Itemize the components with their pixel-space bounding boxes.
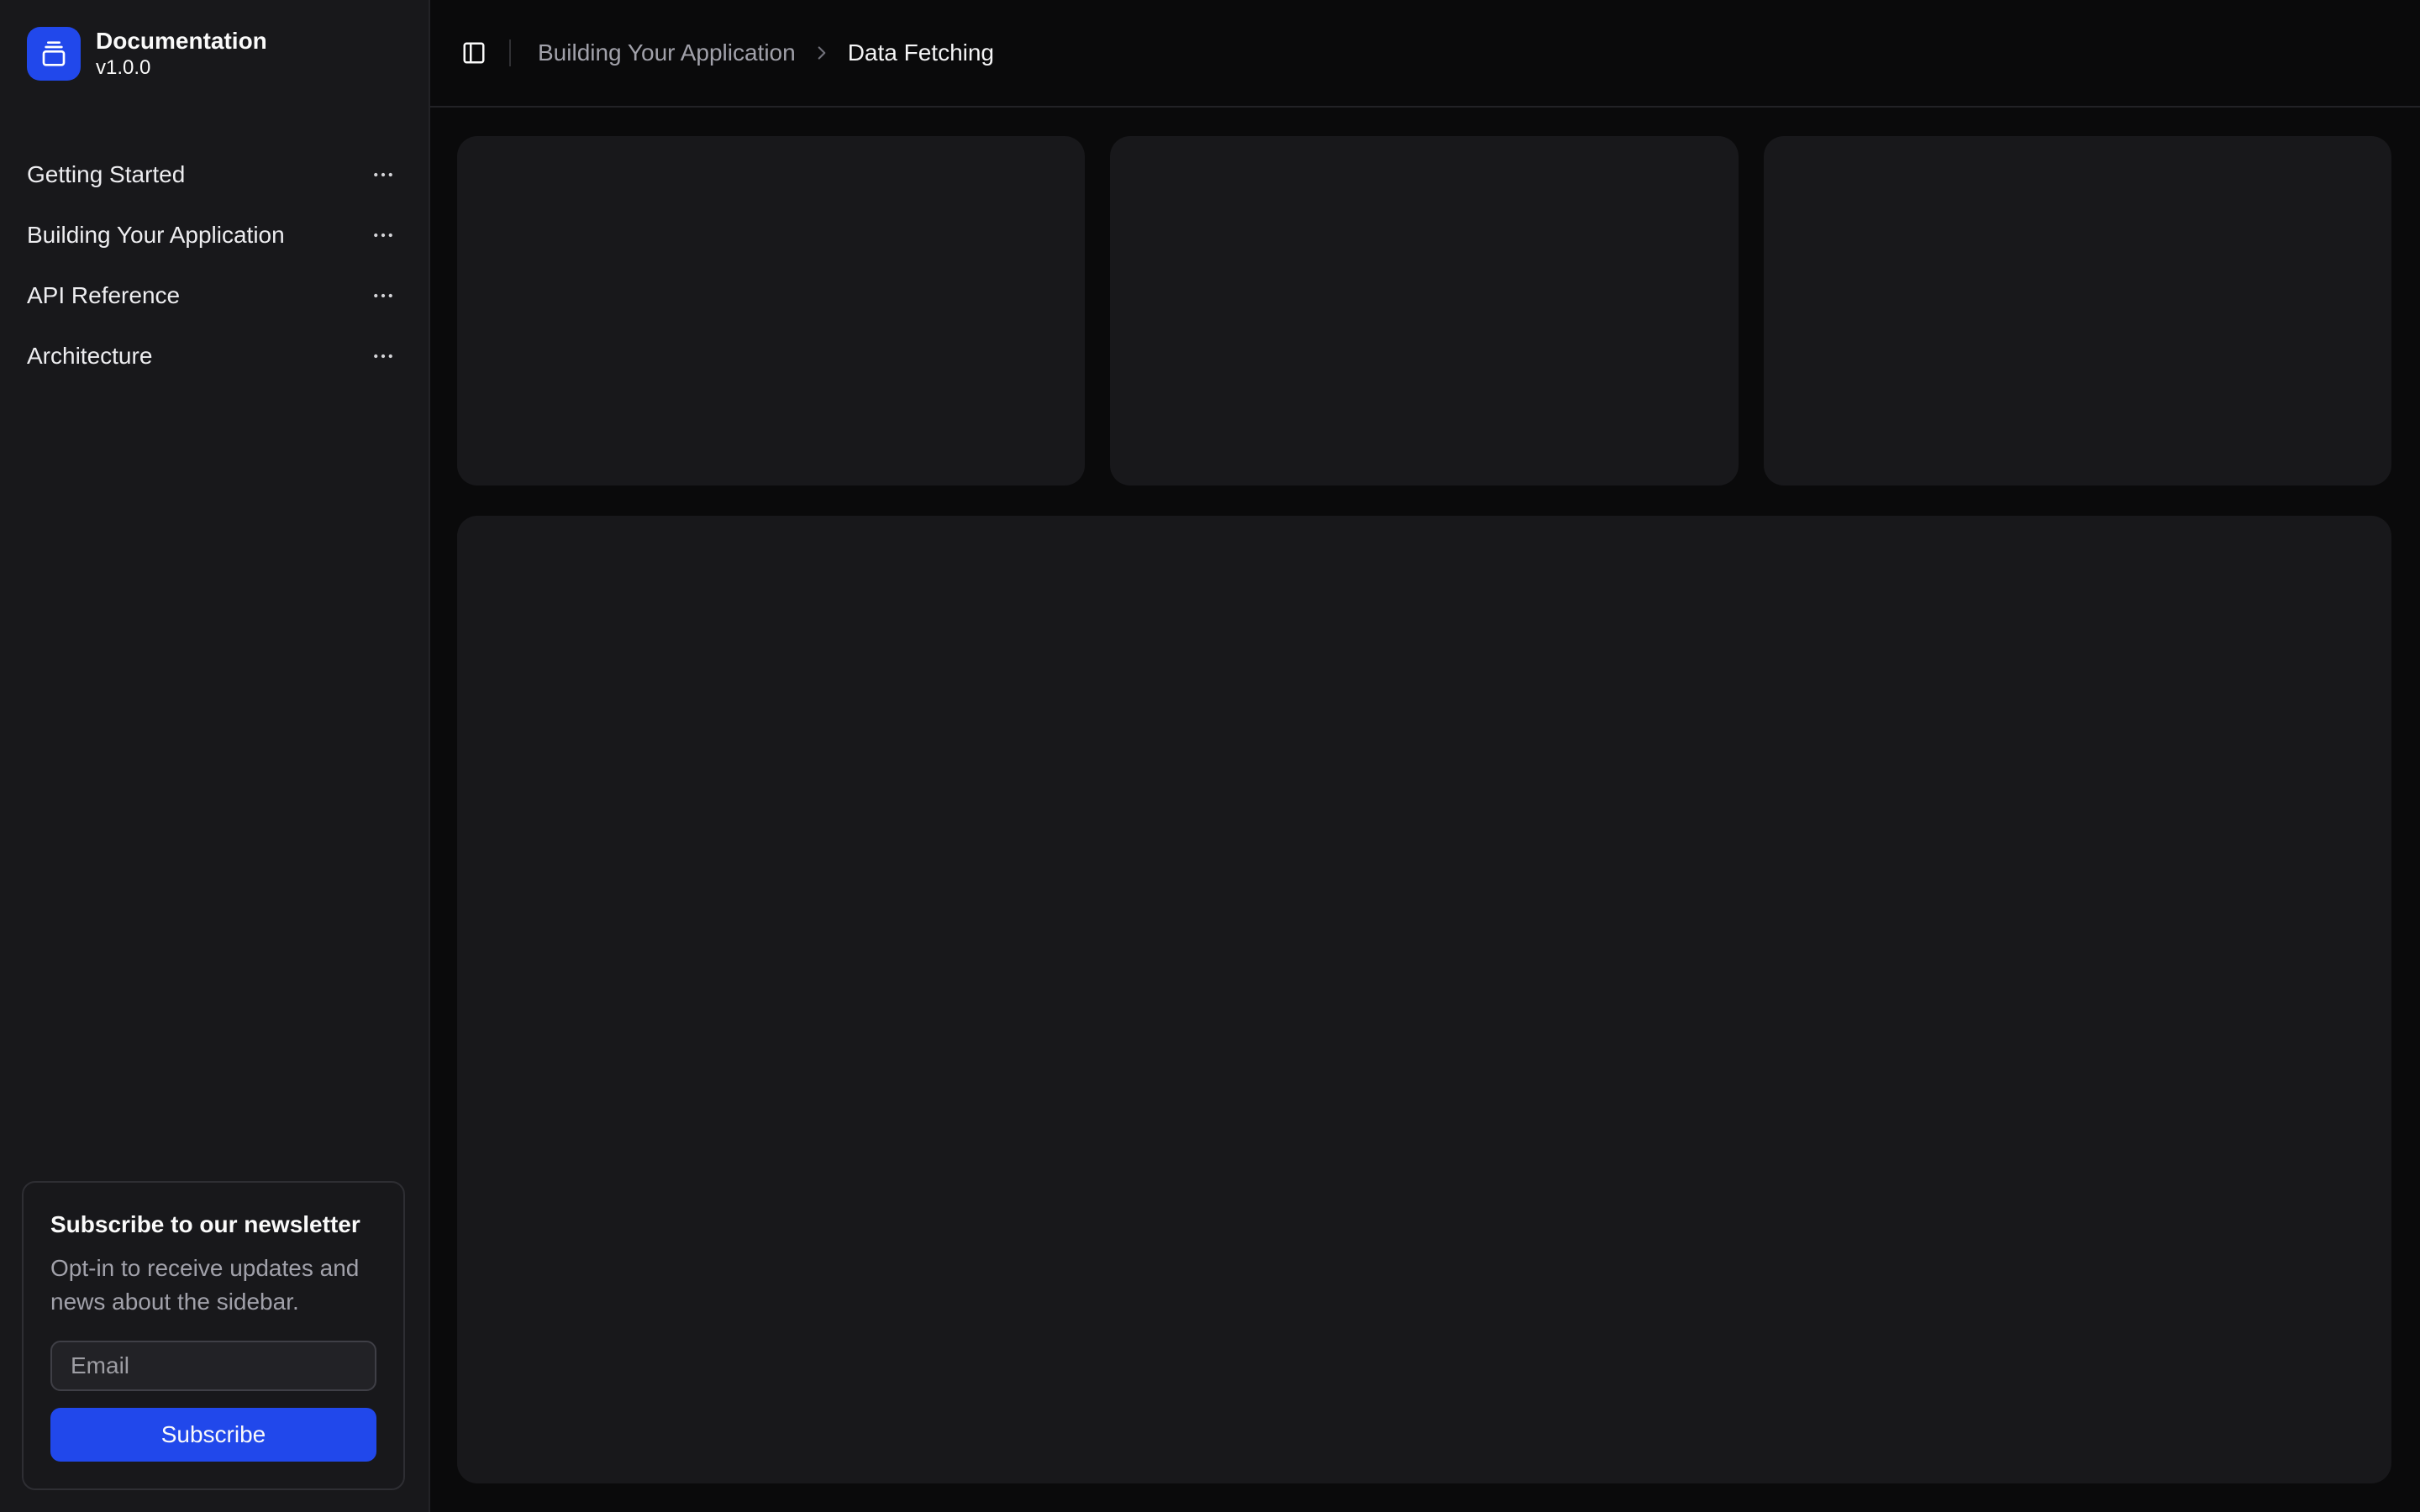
placeholder-card [1763,136,2391,486]
main-area: Building Your Application Data Fetching [430,0,2420,1512]
sidebar: Documentation v1.0.0 Getting Started Bui… [0,0,430,1512]
main-header: Building Your Application Data Fetching [430,0,2420,108]
sidebar-footer: Subscribe to our newsletter Opt-in to re… [0,1168,429,1512]
subscribe-button[interactable]: Subscribe [50,1408,376,1462]
sidebar-header: Documentation v1.0.0 [0,0,429,108]
placeholder-cards-row [457,136,2391,486]
sidebar-item-label: Getting Started [27,161,186,187]
sidebar-item-label: Architecture [27,343,153,369]
sidebar-menu: Getting Started Building Your Applicatio… [0,108,429,396]
app-version: v1.0.0 [96,56,151,79]
gallery-vertical-end-icon [40,40,67,67]
sidebar-toggle-button[interactable] [450,29,497,76]
sidebar-item-label: API Reference [27,282,181,308]
breadcrumb-parent-link[interactable]: Building Your Application [538,39,796,66]
sidebar-item-label: Building Your Application [27,222,285,248]
email-input[interactable] [50,1341,376,1391]
placeholder-card [457,136,1086,486]
sidebar-item-building-your-application[interactable]: Building Your Application [13,208,415,262]
placeholder-card [1110,136,1739,486]
page-content [430,108,2420,1512]
item-actions-button[interactable] [365,156,402,193]
more-horizontal-icon [371,223,396,248]
item-actions-button[interactable] [365,217,402,254]
item-actions-button[interactable] [365,277,402,314]
newsletter-title: Subscribe to our newsletter [50,1211,360,1237]
breadcrumb: Building Your Application Data Fetching [538,39,994,66]
newsletter-card: Subscribe to our newsletter Opt-in to re… [22,1181,405,1490]
header-separator [509,39,511,66]
brand-text: Documentation v1.0.0 [96,27,267,81]
sidebar-item-getting-started[interactable]: Getting Started [13,148,415,202]
sidebar-item-architecture[interactable]: Architecture [13,329,415,383]
more-horizontal-icon [371,162,396,187]
brand-button[interactable]: Documentation v1.0.0 [13,13,415,94]
breadcrumb-current-page: Data Fetching [847,39,995,66]
placeholder-content-block [457,516,2391,1483]
newsletter-description: Opt-in to receive updates and news about… [50,1255,360,1315]
item-actions-button[interactable] [365,338,402,375]
app-title: Documentation [96,28,267,54]
panel-left-icon [461,40,487,66]
more-horizontal-icon [371,283,396,308]
sidebar-item-api-reference[interactable]: API Reference [13,269,415,323]
more-horizontal-icon [371,344,396,369]
brand-logo [27,27,81,81]
chevron-right-icon [811,42,833,64]
